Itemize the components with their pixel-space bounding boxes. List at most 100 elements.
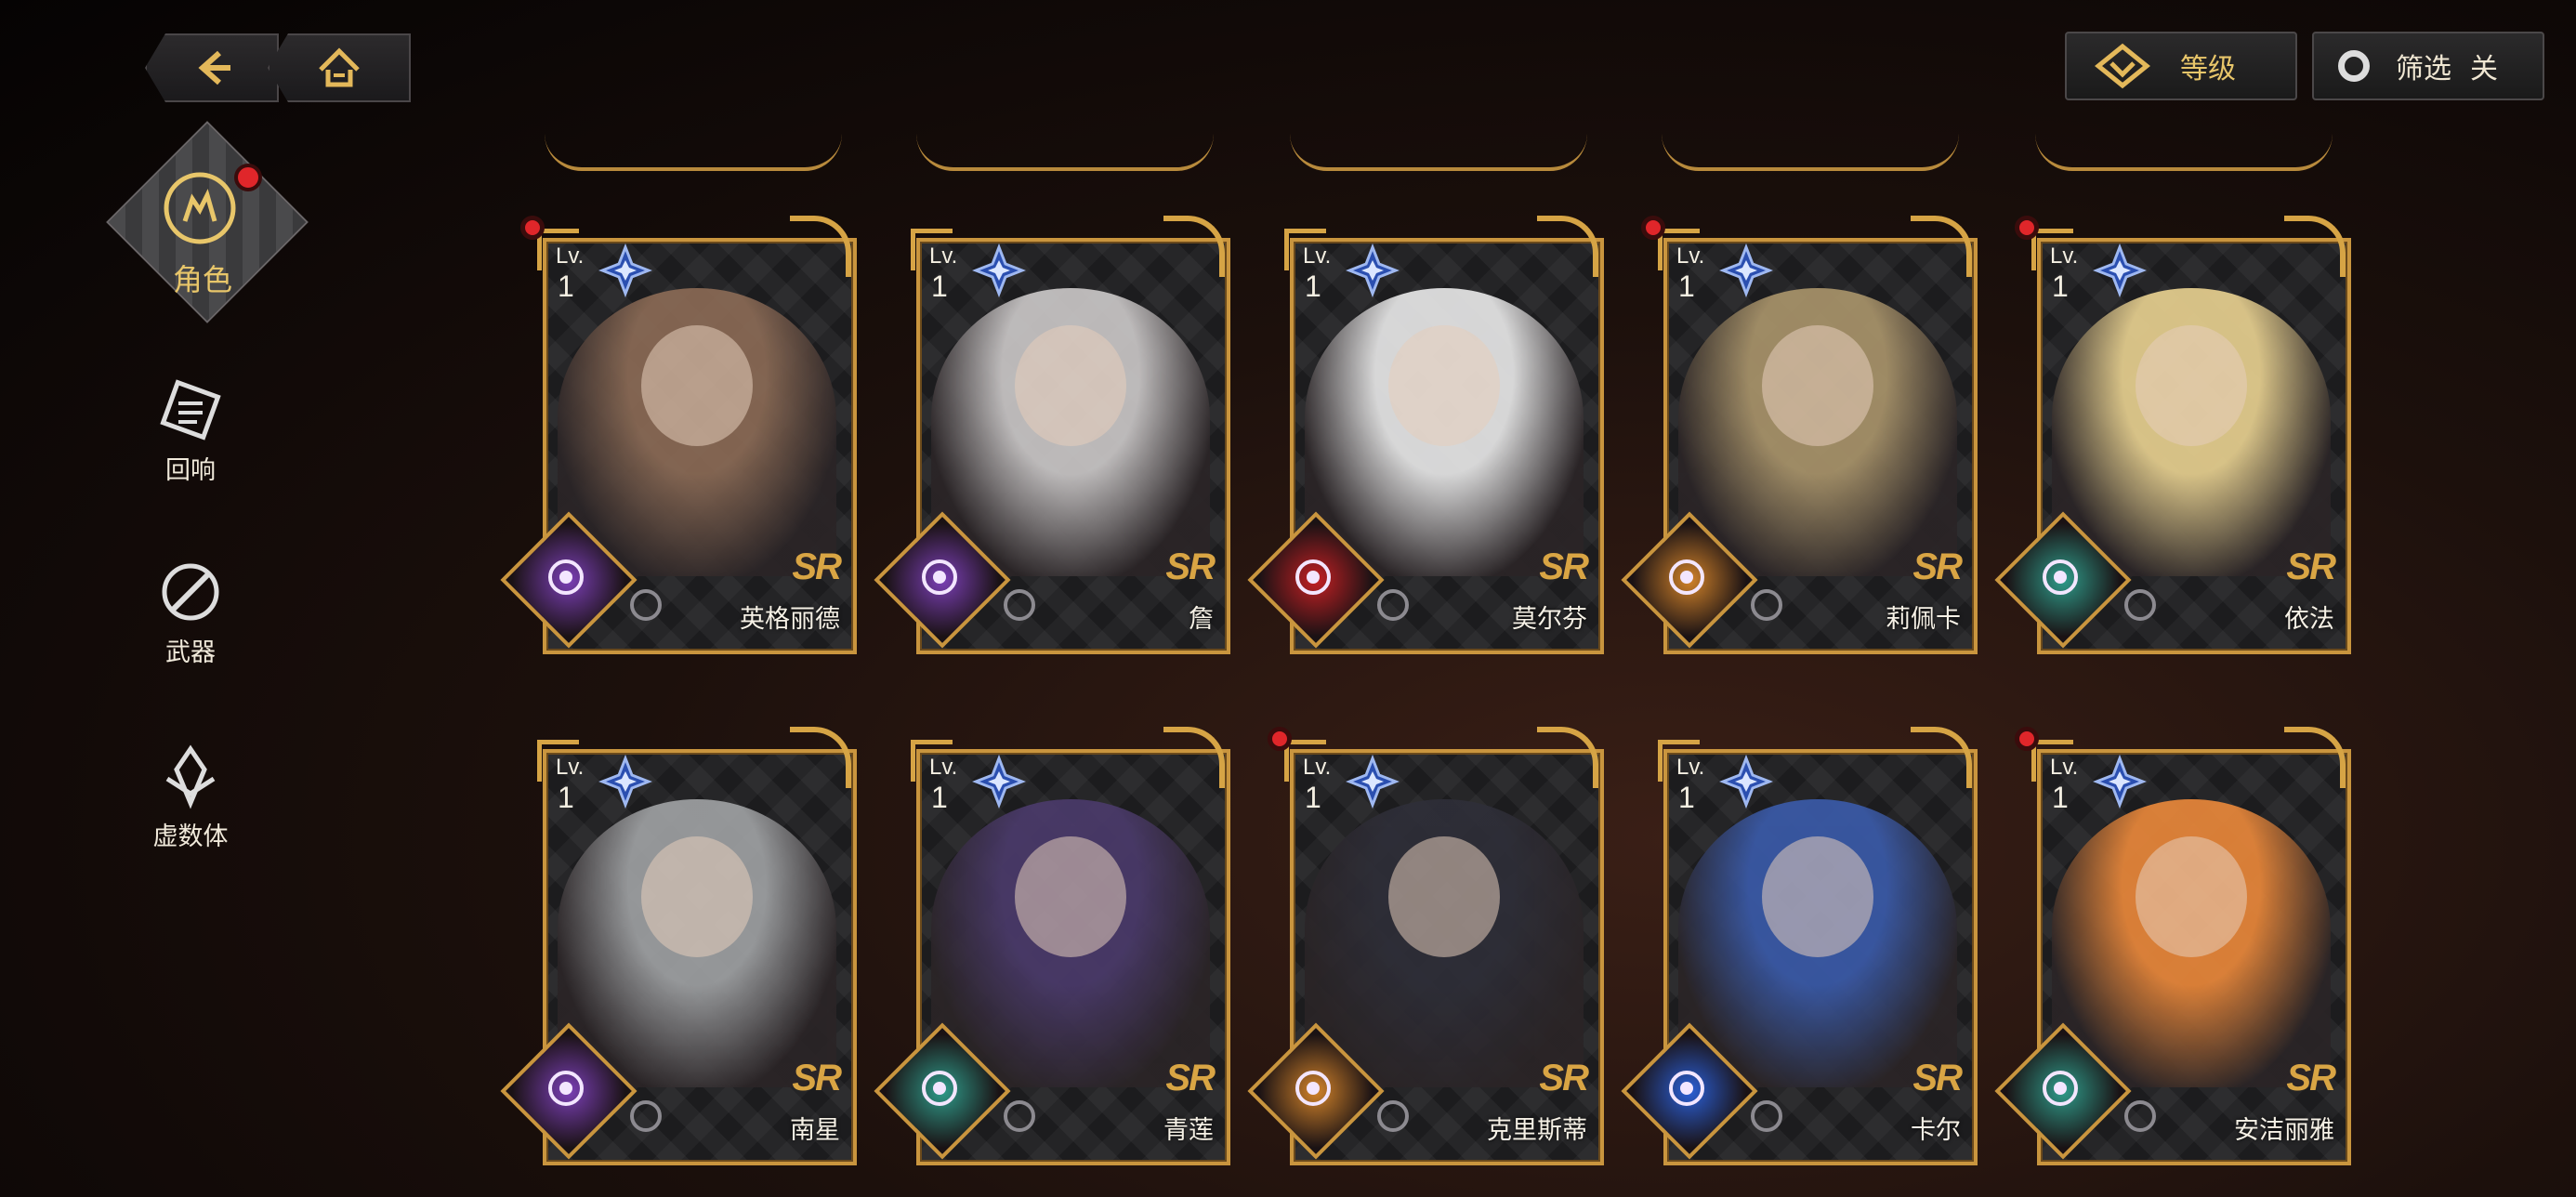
rarity-label: SR	[792, 546, 842, 587]
element-purple-icon	[548, 559, 584, 595]
character-name: 青莲	[1163, 1116, 1214, 1144]
star-rank-icon	[1719, 243, 1773, 297]
notification-badge	[1268, 727, 1292, 751]
star-rank-icon	[598, 755, 652, 809]
filter-label: 筛选	[2396, 54, 2451, 85]
level-value: 1	[1678, 270, 1695, 303]
character-card[interactable]: Lv. 1 SR 克里斯蒂	[1247, 727, 1604, 1165]
element-purple-icon	[548, 1071, 584, 1106]
rarity-label: SR	[1912, 546, 1963, 587]
element-orange-icon	[1669, 559, 1704, 595]
awakening-ring-icon	[1377, 1100, 1409, 1132]
rarity-label: SR	[1539, 546, 1589, 587]
back-button[interactable]	[145, 33, 279, 102]
notification-badge	[2015, 216, 2039, 240]
character-name: 克里斯蒂	[1487, 1116, 1587, 1144]
character-icon	[164, 172, 236, 244]
level-label: Lv.	[556, 243, 585, 269]
character-card[interactable]: Lv. 1 SR 安洁丽雅	[1994, 727, 2351, 1165]
sidebar-item-label: 武器	[165, 638, 216, 666]
frame-corner	[790, 727, 851, 788]
character-card[interactable]: Lv. 1 SR 卡尔	[1621, 727, 1978, 1165]
row-peek	[1662, 130, 1959, 171]
character-card[interactable]: Lv. 1 SR 英格丽德	[500, 216, 857, 654]
level-label: Lv.	[556, 755, 585, 780]
level-value: 1	[1305, 270, 1321, 303]
character-card[interactable]: Lv. 1 SR 青莲	[874, 727, 1230, 1165]
rarity-label: SR	[1165, 546, 1216, 587]
sidebar-item-imaginary[interactable]: 虚数体	[112, 742, 269, 852]
sidebar-item-echo[interactable]: 回响	[112, 375, 269, 486]
sidebar-item-character[interactable]: 角色	[106, 121, 309, 344]
notification-badge	[1641, 216, 1665, 240]
element-orange-icon	[1295, 1071, 1331, 1106]
sidebar-item-label: 虚数体	[152, 822, 229, 850]
sidebar-item-label: 角色	[172, 263, 232, 296]
character-card[interactable]: Lv. 1 SR 莫尔芬	[1247, 216, 1604, 654]
row-peek	[1290, 130, 1587, 171]
character-portrait	[1678, 288, 1957, 576]
imaginary-icon	[165, 744, 216, 809]
frame-corner	[2284, 216, 2346, 277]
character-portrait	[931, 799, 1210, 1087]
level-value: 1	[1678, 781, 1695, 814]
character-portrait	[2052, 799, 2331, 1087]
filter-circle-icon	[2338, 50, 2370, 82]
notification-badge	[520, 216, 545, 240]
star-rank-icon	[2093, 755, 2147, 809]
star-rank-icon	[2093, 243, 2147, 297]
row-peek	[916, 130, 1214, 171]
frame-corner	[1911, 727, 1972, 788]
level-value: 1	[2052, 270, 2069, 303]
rarity-label: SR	[2286, 546, 2336, 587]
star-rank-icon	[598, 243, 652, 297]
frame-corner	[1163, 216, 1225, 277]
sidebar: 角色 回响 武器 虚数体	[106, 121, 316, 1197]
character-name: 詹	[1189, 605, 1214, 633]
awakening-ring-icon	[630, 1100, 662, 1132]
element-teal-icon	[2043, 1071, 2078, 1106]
level-value: 1	[558, 781, 574, 814]
character-portrait	[931, 288, 1210, 576]
character-name: 依法	[2284, 605, 2334, 633]
character-name: 英格丽德	[740, 605, 840, 633]
row-peek	[2035, 130, 2333, 171]
character-card[interactable]: Lv. 1 SR 莉佩卡	[1621, 216, 1978, 654]
frame-corner	[1537, 727, 1598, 788]
filter-toggle-button[interactable]: 筛选 关	[2312, 32, 2544, 100]
weapon-icon	[162, 563, 219, 621]
awakening-ring-icon	[1377, 589, 1409, 621]
sort-level-button[interactable]: 等级	[2065, 32, 2297, 100]
element-blue-icon	[1669, 1071, 1704, 1106]
awakening-ring-icon	[2124, 1100, 2156, 1132]
character-name: 安洁丽雅	[2234, 1116, 2334, 1144]
home-button[interactable]	[268, 33, 411, 102]
frame-corner	[1537, 216, 1598, 277]
character-card[interactable]: Lv. 1 SR 南星	[500, 727, 857, 1165]
frame-corner	[790, 216, 851, 277]
sidebar-item-weapon[interactable]: 武器	[112, 558, 269, 668]
character-portrait	[1678, 799, 1957, 1087]
star-rank-icon	[1719, 755, 1773, 809]
top-bar: 等级 筛选 关	[0, 0, 2576, 121]
character-card[interactable]: Lv. 1 SR 詹	[874, 216, 1230, 654]
back-arrow-icon	[198, 50, 230, 86]
character-name: 莉佩卡	[1886, 605, 1961, 633]
sidebar-item-label: 回响	[165, 456, 216, 484]
element-teal-icon	[922, 1071, 957, 1106]
awakening-ring-icon	[1751, 1100, 1782, 1132]
character-card[interactable]: Lv. 1 SR 依法	[1994, 216, 2351, 654]
element-teal-icon	[2043, 559, 2078, 595]
awakening-ring-icon	[630, 589, 662, 621]
rarity-label: SR	[2286, 1058, 2336, 1098]
level-label: Lv.	[1676, 243, 1705, 269]
awakening-ring-icon	[1751, 589, 1782, 621]
character-name: 南星	[790, 1116, 840, 1144]
rarity-label: SR	[792, 1058, 842, 1098]
rarity-label: SR	[1165, 1058, 1216, 1098]
level-label: Lv.	[1303, 755, 1332, 780]
level-label: Lv.	[1676, 755, 1705, 780]
character-name: 莫尔芬	[1512, 605, 1587, 633]
sort-label: 等级	[2180, 54, 2236, 85]
star-rank-icon	[972, 755, 1026, 809]
